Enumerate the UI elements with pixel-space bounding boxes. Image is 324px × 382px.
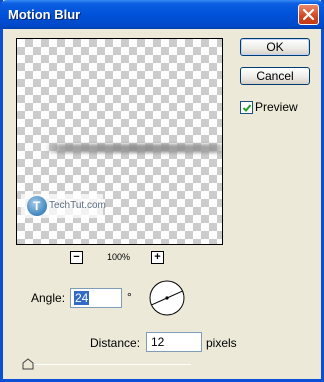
degree-symbol: °: [127, 290, 132, 304]
motion-blur-streak: [45, 144, 222, 153]
zoom-level: 100%: [107, 252, 131, 262]
zoom-in-button[interactable]: +: [151, 251, 164, 264]
watermark: T TechTut.com: [21, 194, 106, 218]
preview-label: Preview: [255, 100, 298, 114]
pixels-unit-label: pixels: [206, 336, 237, 350]
angle-value: 24: [74, 291, 90, 305]
title-bar[interactable]: Motion Blur: [0, 0, 324, 29]
motion-blur-dialog: Motion Blur T TechTut.com − 100% + OK Ca…: [0, 0, 324, 382]
preview-canvas[interactable]: T TechTut.com: [16, 38, 223, 245]
ok-button[interactable]: OK: [240, 38, 310, 56]
zoom-out-button[interactable]: −: [70, 251, 83, 264]
angle-input[interactable]: 24: [70, 288, 122, 308]
cancel-button[interactable]: Cancel: [240, 67, 310, 85]
distance-input[interactable]: 12: [146, 332, 202, 352]
preview-checkbox[interactable]: [240, 101, 253, 114]
distance-slider-track[interactable]: [25, 364, 191, 365]
watermark-logo-icon: T: [27, 196, 47, 216]
distance-label: Distance:: [90, 336, 141, 350]
angle-dial-icon[interactable]: [148, 279, 186, 317]
slider-thumb-icon[interactable]: [22, 358, 34, 370]
window-title: Motion Blur: [8, 7, 81, 22]
watermark-text: TechTut.com: [49, 200, 106, 211]
angle-label: Angle:: [31, 291, 66, 305]
close-button[interactable]: [298, 4, 319, 25]
close-icon: [302, 8, 315, 21]
checkmark-icon: [242, 104, 252, 112]
watermark-logo-letter: T: [33, 199, 41, 213]
